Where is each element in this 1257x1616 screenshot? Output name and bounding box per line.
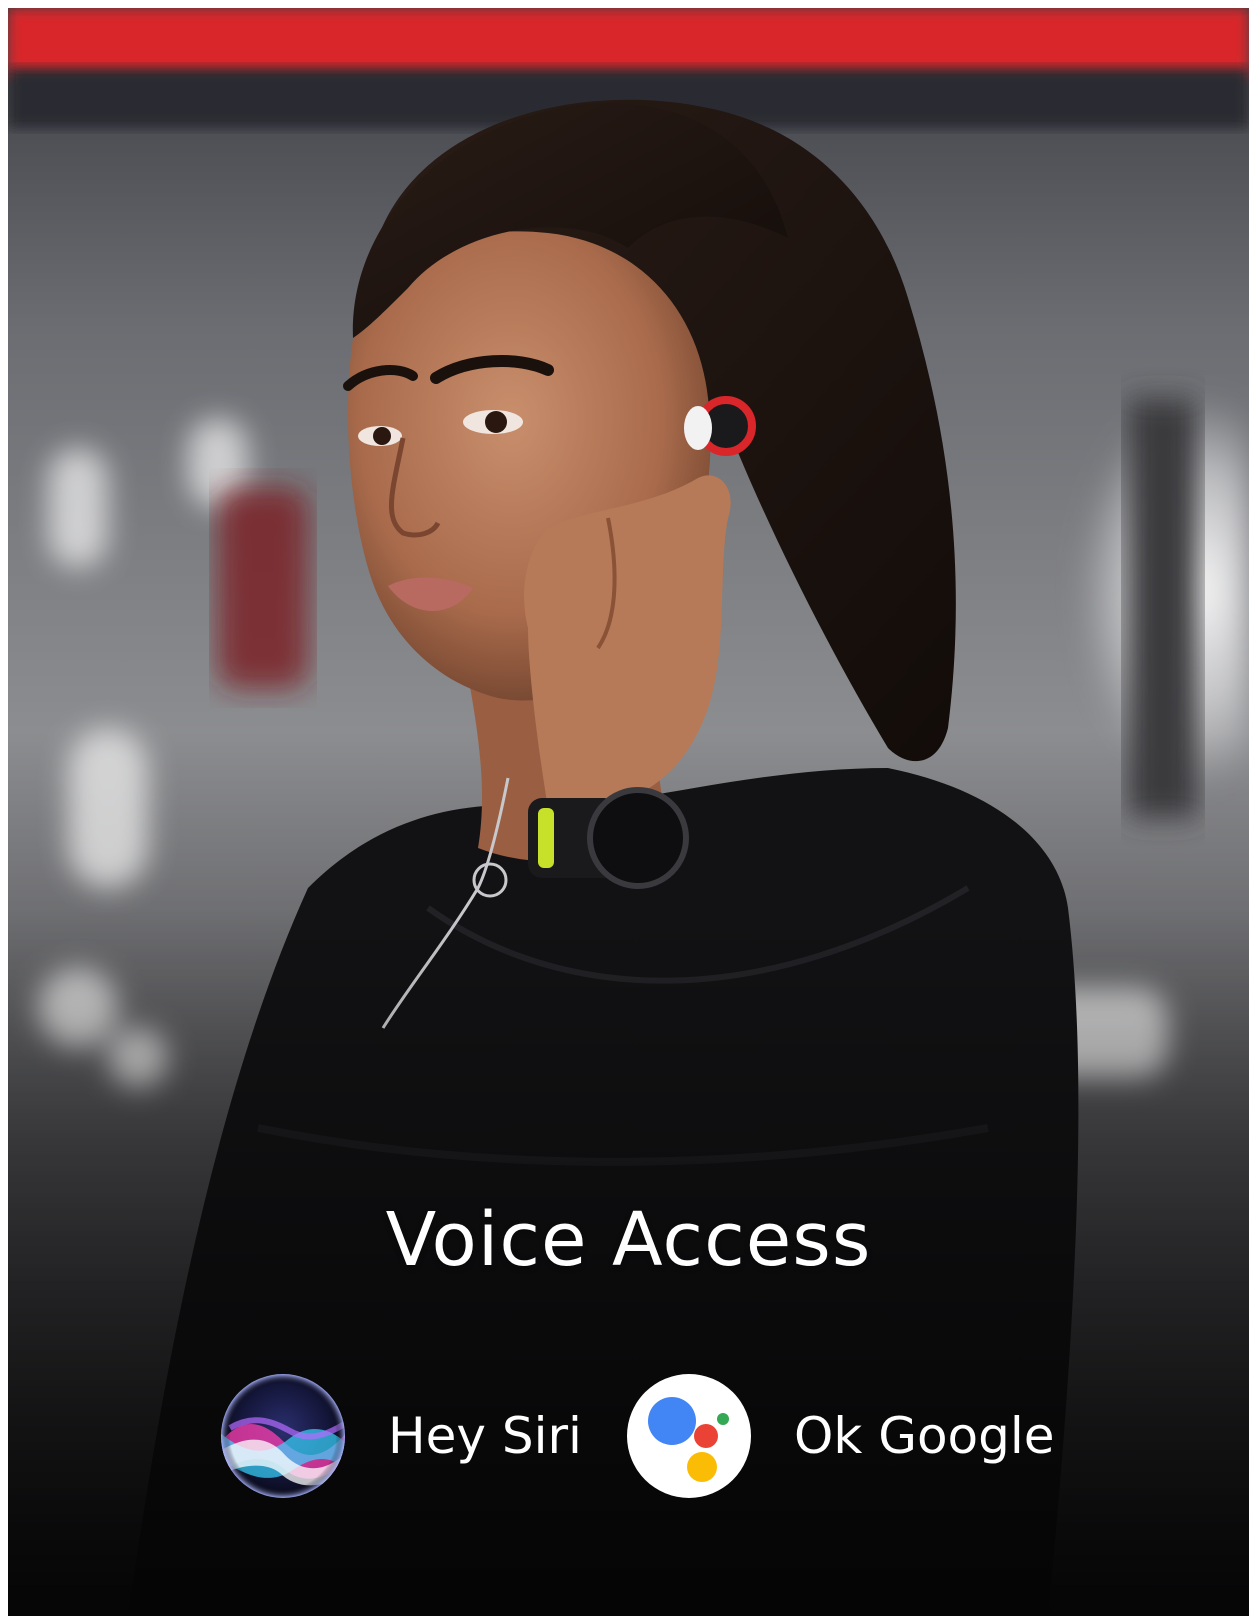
siri-assistant: Hey Siri (220, 1373, 582, 1499)
hey-siri-label: Hey Siri (388, 1407, 582, 1465)
google-assistant-logo-icon (627, 1374, 751, 1498)
siri-logo-icon (221, 1374, 345, 1498)
voice-access-title: Voice Access (385, 1197, 872, 1283)
google-assistant: Ok Google (626, 1373, 1055, 1499)
ok-google-label: Ok Google (794, 1407, 1055, 1465)
product-banner: Voice Access Hey Siri Ok Google (8, 8, 1249, 1616)
